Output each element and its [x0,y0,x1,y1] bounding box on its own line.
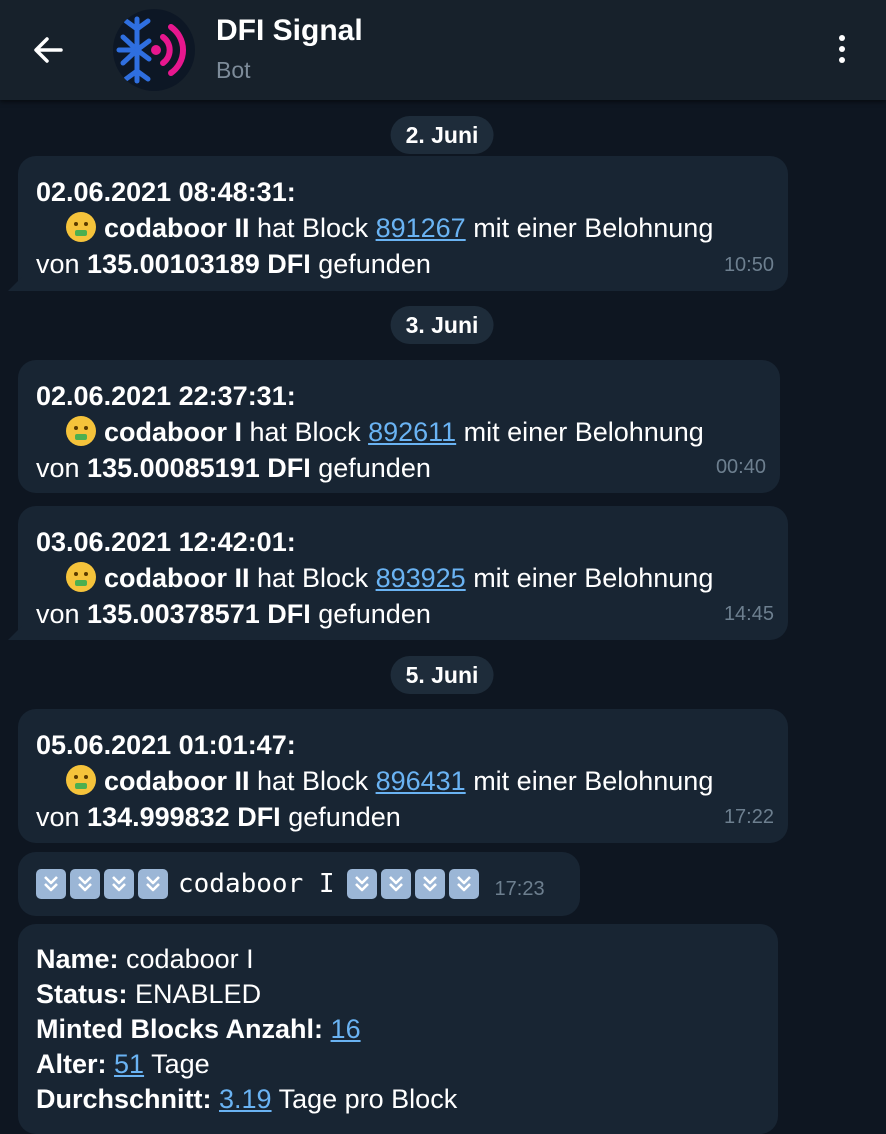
double-down-arrow-icon [346,869,377,899]
double-down-arrow-icon [70,869,100,899]
info-label: Name: [36,944,119,974]
message-body: codaboor II hat Block 896431 mit einer B… [36,763,770,799]
info-minted-row: Minted Blocks Anzahl: 16 [36,1012,760,1047]
message-timestamp: 05.06.2021 01:01:47: [36,730,296,760]
reward-amount: 134.999832 DFI [87,802,281,832]
reward-amount: 135.00103189 DFI [87,249,311,279]
double-down-arrow-icon [448,869,479,899]
reward-amount: 135.00378571 DFI [87,599,311,629]
block-link[interactable]: 893925 [376,563,466,593]
minted-count-link[interactable]: 16 [331,1014,361,1044]
text-fragment: von [36,453,88,483]
money-mouth-emoji-icon [66,212,96,242]
text-fragment: mit einer Belohnung [465,766,714,796]
text-fragment: gefunden [310,249,431,279]
money-mouth-emoji-icon [66,765,96,795]
separator-label: codaboor I [178,869,335,899]
masternode-name: codaboor II [104,563,250,593]
money-mouth-emoji-icon [66,562,96,592]
back-button[interactable] [28,30,68,70]
date-divider: 5. Juni [390,656,494,694]
dfi-logo-icon [116,16,186,84]
message-bubble[interactable]: 02.06.2021 08:48:31: codaboor II hat Blo… [8,156,788,291]
double-down-arrow-icon [414,869,445,899]
info-name-row: Name: codaboor I [36,942,760,977]
info-label: Minted Blocks Anzahl: [36,1014,324,1044]
message-reward-line: von 135.00378571 DFI gefunden [36,596,770,632]
message-time: 00:40 [715,456,766,478]
message-timestamp: 03.06.2021 12:42:01: [36,527,296,557]
text-fragment: hat Block [249,213,376,243]
message-body: codaboor II hat Block 893925 mit einer B… [36,560,770,596]
message-time: 17:23 [494,877,545,900]
double-down-arrow-icon [380,869,411,899]
info-label: Durchschnitt: [36,1084,212,1114]
masternode-name: codaboor II [104,766,250,796]
reward-amount: 135.00085191 DFI [87,453,311,483]
date-divider: 2. Juni [390,116,494,154]
text-fragment: hat Block [249,766,376,796]
chat-header: DFI Signal Bot [0,0,886,100]
masternode-info-message[interactable]: Name: codaboor I Status: ENABLED Minted … [18,924,778,1134]
message-body: codaboor II hat Block 891267 mit einer B… [36,210,770,246]
bubble-tail [8,277,22,291]
chat-title[interactable]: DFI Signal [216,14,363,48]
info-label: Status: [36,979,128,1009]
double-down-arrow-icon [36,869,66,899]
text-fragment: von [36,599,88,629]
bubble-tail [8,626,22,640]
message-timestamp: 02.06.2021 08:48:31: [36,177,296,207]
info-value: codaboor I [118,944,254,974]
message-time: 17:22 [723,806,774,828]
double-down-arrow-icon [138,869,168,899]
avatar[interactable] [113,9,195,91]
separator-message[interactable]: codaboor I 17:23 [18,852,580,916]
money-mouth-emoji-icon [66,416,96,446]
block-link[interactable]: 896431 [376,766,466,796]
message-time: 10:50 [723,254,774,276]
kebab-dot [839,57,845,63]
info-value: Tage pro Block [271,1084,458,1114]
kebab-dot [839,35,845,41]
double-down-arrow-icon [104,869,134,899]
text-fragment: mit einer Belohnung [456,417,704,447]
average-link[interactable]: 3.19 [219,1084,272,1114]
message-timestamp: 02.06.2021 22:37:31: [36,381,296,411]
text-fragment: hat Block [242,417,369,447]
info-alter-row: Alter: 51 Tage [36,1047,760,1082]
block-link[interactable]: 891267 [376,213,466,243]
message-body: codaboor I hat Block 892611 mit einer Be… [36,414,762,450]
more-menu-button[interactable] [826,28,858,70]
text-fragment: gefunden [280,802,401,832]
message-reward-line: von 134.999832 DFI gefunden [36,799,770,835]
message-time: 14:45 [723,603,774,625]
info-value: Tage [144,1049,210,1079]
masternode-name: codaboor II [104,213,250,243]
info-status-row: Status: ENABLED [36,977,760,1012]
message-reward-line: von 135.00085191 DFI gefunden [36,450,762,486]
text-fragment: von [36,802,88,832]
message-bubble[interactable]: 03.06.2021 12:42:01: codaboor II hat Blo… [8,506,788,640]
text-fragment: von [36,249,88,279]
message-reward-line: von 135.00103189 DFI gefunden [36,246,770,282]
message-bubble[interactable]: 02.06.2021 22:37:31: codaboor I hat Bloc… [18,360,780,493]
message-bubble[interactable]: 05.06.2021 01:01:47: codaboor II hat Blo… [18,709,788,843]
arrow-left-icon [34,37,63,63]
chat-subtitle: Bot [216,57,251,83]
text-fragment: mit einer Belohnung [465,213,714,243]
date-divider: 3. Juni [390,306,494,344]
info-label: Alter: [36,1049,107,1079]
info-value: ENABLED [127,979,262,1009]
text-fragment: hat Block [249,563,376,593]
age-link[interactable]: 51 [114,1049,144,1079]
text-fragment: gefunden [310,453,431,483]
text-fragment: gefunden [310,599,431,629]
block-link[interactable]: 892611 [368,417,456,447]
text-fragment: mit einer Belohnung [465,563,714,593]
masternode-name: codaboor I [104,417,243,447]
kebab-dot [839,46,845,52]
